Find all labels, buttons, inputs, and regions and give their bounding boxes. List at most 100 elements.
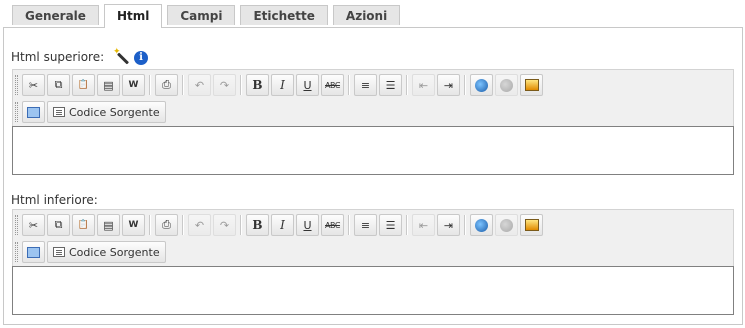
italic-icon: I (280, 78, 285, 92)
underline-button[interactable]: U (296, 214, 319, 236)
copy-button[interactable]: ⧉ (47, 214, 70, 236)
toolbar-separator (182, 215, 184, 235)
magic-wand-icon[interactable] (113, 47, 128, 65)
bottom-html-label-row: Html inferiore: (11, 193, 98, 207)
editor-toolbar: ✂ ⧉ 📋 ▤ W ⎙ ↶ ↷ B I U ABC ≡ ☰ ⇤ ⇥ Codice… (12, 209, 734, 266)
maximize-button[interactable] (22, 241, 45, 263)
maximize-button[interactable] (22, 101, 45, 123)
underline-icon: U (303, 218, 312, 232)
paste-text-button[interactable]: ▤ (97, 74, 120, 96)
maximize-icon (27, 246, 40, 258)
strikethrough-button[interactable]: ABC (321, 74, 344, 96)
toolbar-separator (406, 75, 408, 95)
link-button[interactable] (470, 74, 493, 96)
unlink-button[interactable] (495, 74, 518, 96)
toolbar-separator (240, 215, 242, 235)
italic-button[interactable]: I (271, 214, 294, 236)
source-code-button[interactable]: Codice Sorgente (47, 101, 166, 123)
link-globe-icon (475, 78, 488, 92)
bottom-html-editor: ✂ ⧉ 📋 ▤ W ⎙ ↶ ↷ B I U ABC ≡ ☰ ⇤ ⇥ Codice… (12, 209, 734, 315)
bold-button[interactable]: B (246, 74, 269, 96)
redo-button[interactable]: ↷ (213, 74, 236, 96)
strikethrough-icon: ABC (325, 220, 340, 230)
paste-text-icon: ▤ (103, 78, 114, 92)
bold-icon: B (252, 218, 263, 232)
unordered-list-icon: ☰ (385, 78, 396, 92)
tab-generale[interactable]: Generale (12, 5, 99, 25)
redo-icon: ↷ (219, 218, 230, 232)
image-button[interactable] (520, 214, 543, 236)
strikethrough-icon: ABC (325, 80, 340, 90)
undo-button[interactable]: ↶ (188, 214, 211, 236)
underline-button[interactable]: U (296, 74, 319, 96)
bold-icon: B (252, 78, 263, 92)
outdent-button[interactable]: ⇤ (412, 74, 435, 96)
print-button[interactable]: ⎙ (155, 74, 178, 96)
source-code-icon (53, 247, 65, 257)
toolbar-separator (149, 75, 151, 95)
italic-icon: I (280, 218, 285, 232)
source-code-button[interactable]: Codice Sorgente (47, 241, 166, 263)
toolbar-grip[interactable] (15, 75, 18, 95)
ordered-list-icon: ≡ (360, 78, 371, 92)
strikethrough-button[interactable]: ABC (321, 214, 344, 236)
print-button[interactable]: ⎙ (155, 214, 178, 236)
paste-word-icon: W (128, 220, 139, 230)
indent-button[interactable]: ⇥ (437, 214, 460, 236)
copy-icon: ⧉ (54, 218, 63, 231)
undo-button[interactable]: ↶ (188, 74, 211, 96)
tab-azioni[interactable]: Azioni (332, 5, 401, 25)
italic-button[interactable]: I (271, 74, 294, 96)
undo-icon: ↶ (194, 78, 205, 92)
printer-icon: ⎙ (162, 218, 171, 231)
maximize-icon (27, 106, 40, 118)
outdent-button[interactable]: ⇤ (412, 214, 435, 236)
image-button[interactable] (520, 74, 543, 96)
editor-toolbar: ✂ ⧉ 📋 ▤ W ⎙ ↶ ↷ B I U ABC ≡ ☰ ⇤ ⇥ Codice… (12, 69, 734, 126)
unlink-button[interactable] (495, 214, 518, 236)
cut-button[interactable]: ✂ (22, 74, 45, 96)
outdent-icon: ⇤ (418, 218, 429, 232)
image-icon (524, 219, 539, 231)
copy-icon: ⧉ (54, 78, 63, 91)
toolbar-grip[interactable] (15, 242, 18, 262)
paste-button[interactable]: 📋 (72, 214, 95, 236)
unlink-globe-icon (500, 218, 513, 232)
printer-icon: ⎙ (162, 78, 171, 91)
top-html-editor: ✂ ⧉ 📋 ▤ W ⎙ ↶ ↷ B I U ABC ≡ ☰ ⇤ ⇥ Codice… (12, 69, 734, 175)
paste-text-button[interactable]: ▤ (97, 214, 120, 236)
top-html-content-area[interactable] (12, 126, 734, 175)
bold-button[interactable]: B (246, 214, 269, 236)
toolbar-grip[interactable] (15, 102, 18, 122)
paste-word-button[interactable]: W (122, 214, 145, 236)
toolbar-separator (182, 75, 184, 95)
paste-text-icon: ▤ (103, 218, 114, 232)
tab-etichette[interactable]: Etichette (240, 5, 328, 25)
source-code-label: Codice Sorgente (69, 105, 160, 119)
ordered-list-button[interactable]: ≡ (354, 74, 377, 96)
cut-button[interactable]: ✂ (22, 214, 45, 236)
paste-word-button[interactable]: W (122, 74, 145, 96)
indent-icon: ⇥ (443, 218, 454, 232)
link-button[interactable] (470, 214, 493, 236)
copy-button[interactable]: ⧉ (47, 74, 70, 96)
unordered-list-button[interactable]: ☰ (379, 214, 402, 236)
unordered-list-button[interactable]: ☰ (379, 74, 402, 96)
info-icon[interactable]: i (133, 50, 148, 65)
unordered-list-icon: ☰ (385, 218, 396, 232)
toolbar-separator (464, 215, 466, 235)
redo-icon: ↷ (219, 78, 230, 92)
scissors-icon: ✂ (28, 218, 39, 232)
tab-html[interactable]: Html (103, 4, 163, 28)
toolbar-separator (149, 215, 151, 235)
source-code-label: Codice Sorgente (69, 245, 160, 259)
bottom-html-content-area[interactable] (12, 266, 734, 315)
toolbar-separator (406, 215, 408, 235)
toolbar-grip[interactable] (15, 215, 18, 235)
indent-button[interactable]: ⇥ (437, 74, 460, 96)
paste-button[interactable]: 📋 (72, 74, 95, 96)
paste-icon: 📋 (77, 80, 90, 90)
ordered-list-button[interactable]: ≡ (354, 214, 377, 236)
tab-campi[interactable]: Campi (167, 5, 236, 25)
redo-button[interactable]: ↷ (213, 214, 236, 236)
